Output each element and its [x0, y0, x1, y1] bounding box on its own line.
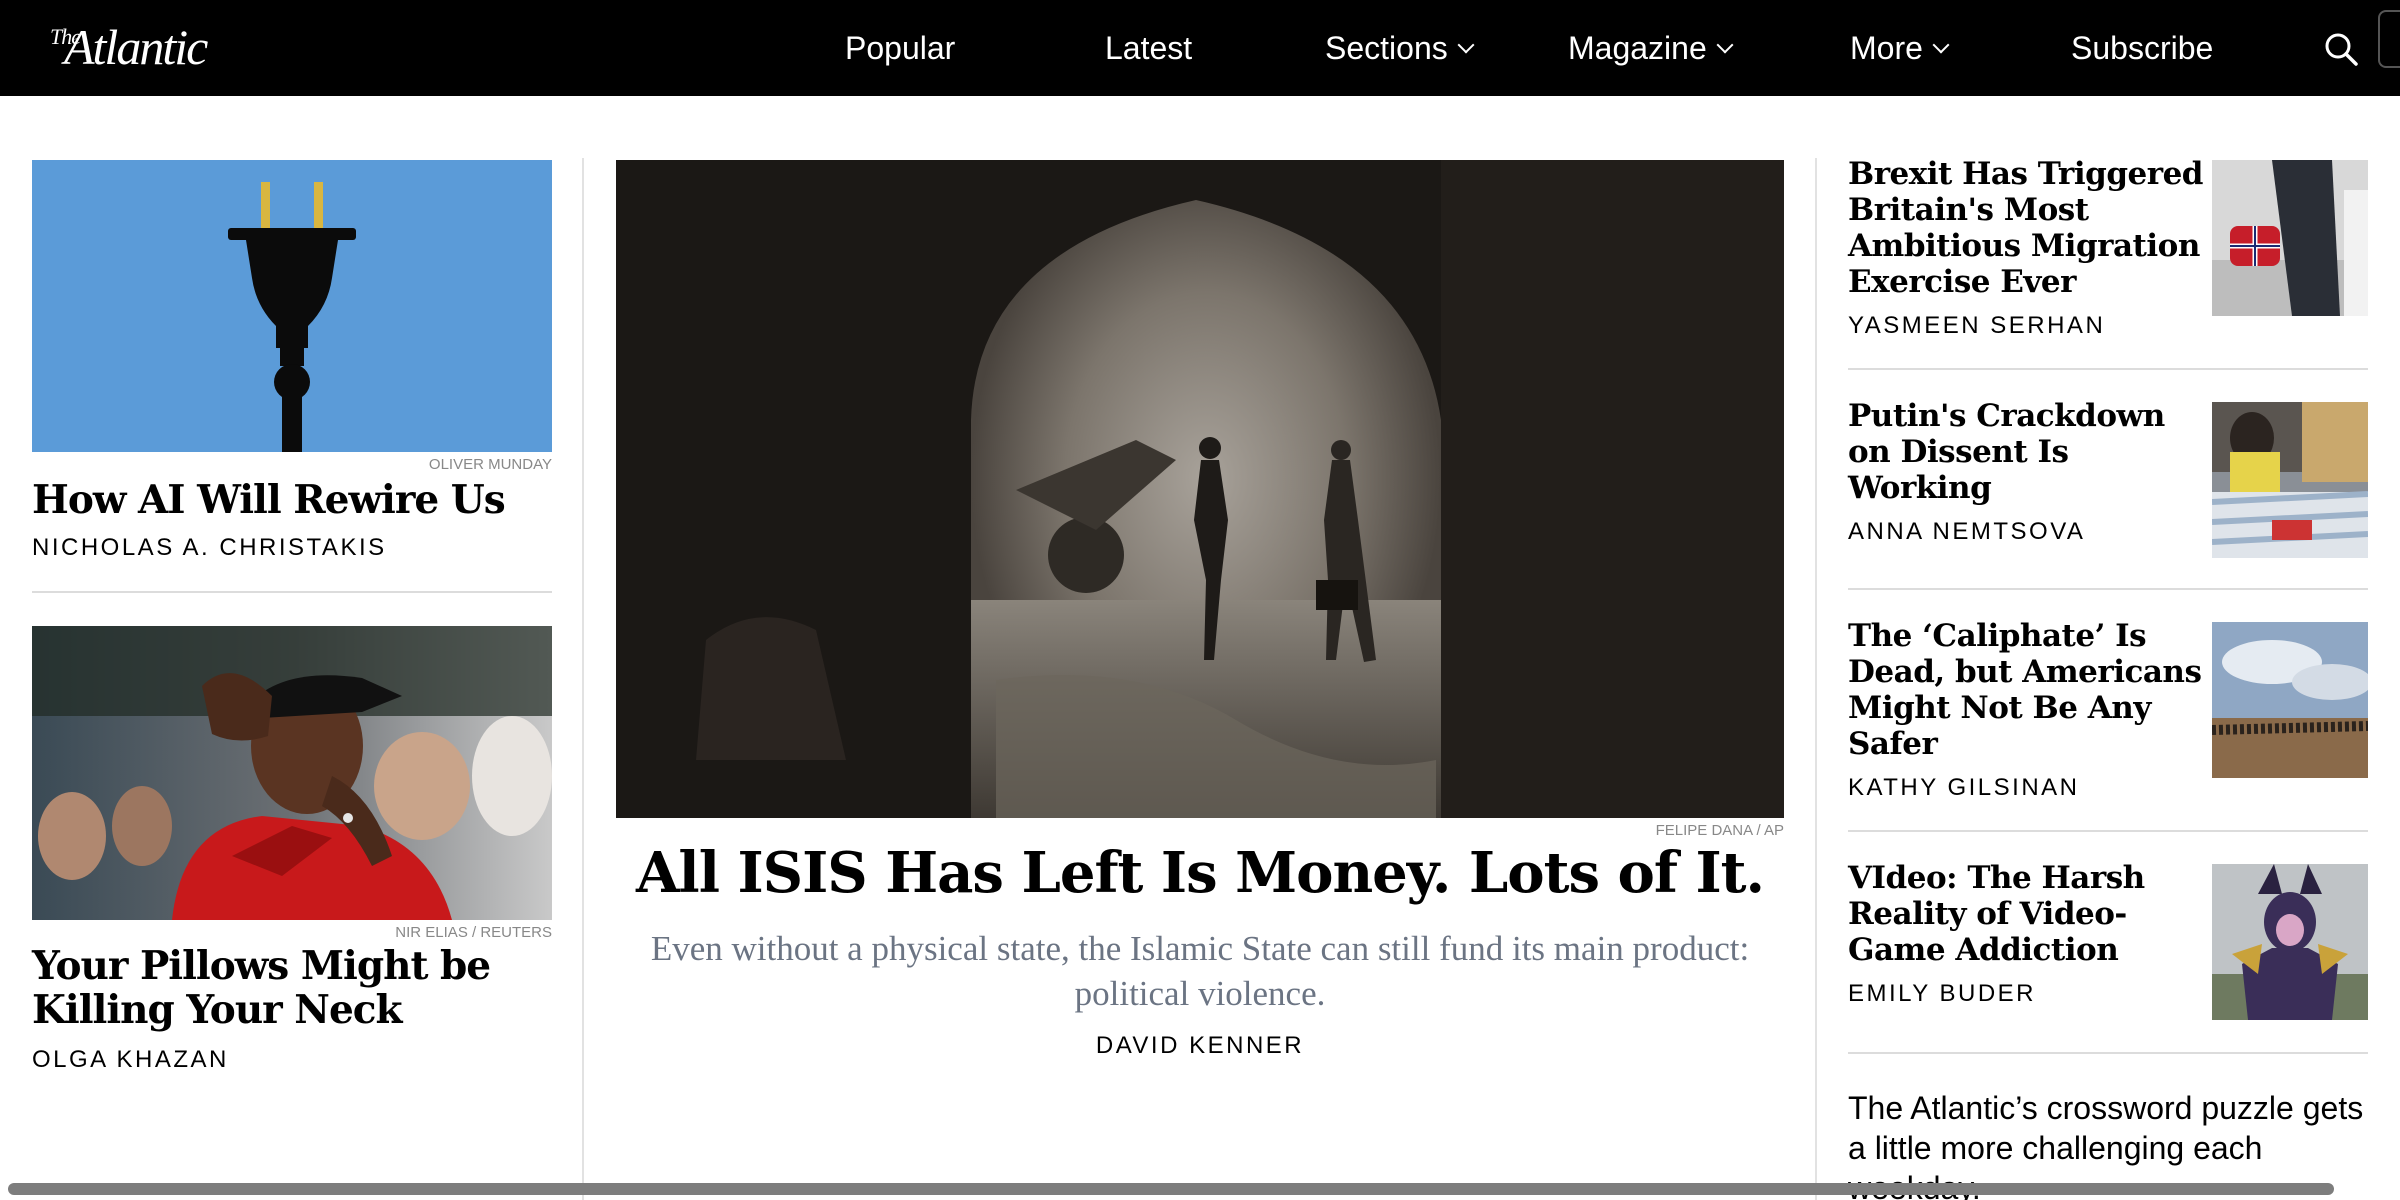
- cosplay-image: [2212, 864, 2368, 1020]
- golfer-image: [32, 626, 552, 920]
- story-divider: [1848, 830, 2368, 832]
- byline-khazan[interactable]: OLGA KHAZAN: [32, 1046, 229, 1074]
- ai-plug-illustration[interactable]: [32, 160, 552, 452]
- caliphate-thumbnail[interactable]: [2212, 622, 2368, 778]
- headline-putin-crackdown[interactable]: Putin's Crackdown on Dissent Is Working: [1848, 398, 2208, 506]
- main-dek: Even without a physical state, the Islam…: [650, 929, 1750, 1013]
- horizontal-scrollbar[interactable]: [8, 1183, 2334, 1195]
- story-divider: [32, 591, 552, 593]
- nav-magazine-label: Magazine: [1568, 30, 1707, 66]
- search-button[interactable]: [2320, 28, 2364, 72]
- nav-more-label: More: [1850, 30, 1923, 66]
- nav-latest-link[interactable]: Latest: [1105, 26, 1192, 70]
- column-divider-right: [1815, 158, 1817, 1200]
- headline-caliphate-dead[interactable]: The ‘Caliphate’ Is Dead, but Americans M…: [1848, 618, 2208, 762]
- nav-sections-dropdown[interactable]: Sections: [1325, 26, 1475, 70]
- window-edge-handle: [2378, 10, 2400, 68]
- newsstand-image: [2212, 402, 2368, 558]
- image-credit: FELIPE DANA / AP: [1655, 822, 1784, 839]
- byline-christakis[interactable]: NICHOLAS A. CHRISTAKIS: [32, 534, 387, 562]
- nav-popular-link[interactable]: Popular: [845, 26, 955, 70]
- headline-video-game-addiction[interactable]: VIdeo: The Harsh Reality of Video-Game A…: [1848, 860, 2208, 968]
- desert-image: [2212, 622, 2368, 778]
- byline-kenner[interactable]: DAVID KENNER: [616, 1032, 1784, 1060]
- story-divider: [1848, 1052, 2368, 1054]
- nav-magazine-dropdown[interactable]: Magazine: [1568, 26, 1734, 70]
- chevron-down-icon: [1457, 36, 1475, 54]
- archway-image: [616, 160, 1784, 818]
- headline-brexit-migration[interactable]: Brexit Has Triggered Britain's Most Ambi…: [1848, 156, 2208, 300]
- byline-nemtsova[interactable]: ANNA NEMTSOVA: [1848, 518, 2085, 546]
- lead-photo-archway[interactable]: [616, 160, 1784, 818]
- brexit-thumbnail[interactable]: [2212, 160, 2368, 316]
- nav-subscribe-link[interactable]: Subscribe: [2071, 26, 2213, 70]
- story-divider: [1848, 368, 2368, 370]
- story-divider: [1848, 588, 2368, 590]
- nav-sections-label: Sections: [1325, 30, 1448, 66]
- chevron-down-icon: [1932, 36, 1950, 54]
- image-credit: NIR ELIAS / REUTERS: [395, 924, 552, 941]
- video-thumbnail[interactable]: [2212, 864, 2368, 1020]
- image-credit: OLIVER MUNDAY: [428, 456, 552, 473]
- byline-gilsinan[interactable]: KATHY GILSINAN: [1848, 774, 2080, 802]
- putin-thumbnail[interactable]: [2212, 402, 2368, 558]
- headline-pillows-killing-neck[interactable]: Your Pillows Might be Killing Your Neck: [32, 944, 552, 1032]
- top-navigation-bar: The Atlantic Popular Latest Sections Mag…: [0, 0, 2400, 96]
- chevron-down-icon: [1716, 36, 1734, 54]
- headline-how-ai-will-rewire-us[interactable]: How AI Will Rewire Us: [32, 476, 552, 524]
- golfer-photo[interactable]: [32, 626, 552, 920]
- plug-icon: [32, 160, 552, 452]
- nav-more-dropdown[interactable]: More: [1850, 26, 1950, 70]
- search-icon: [2325, 33, 2358, 66]
- byline-buder[interactable]: EMILY BUDER: [1848, 980, 2036, 1008]
- brexit-image: [2212, 160, 2368, 316]
- logo-wordmark: Atlantic: [64, 19, 208, 75]
- column-divider-left: [582, 158, 584, 1200]
- main-headline-isis-money[interactable]: All ISIS Has Left Is Money. Lots of It.: [616, 838, 1784, 908]
- byline-serhan[interactable]: YASMEEN SERHAN: [1848, 312, 2105, 340]
